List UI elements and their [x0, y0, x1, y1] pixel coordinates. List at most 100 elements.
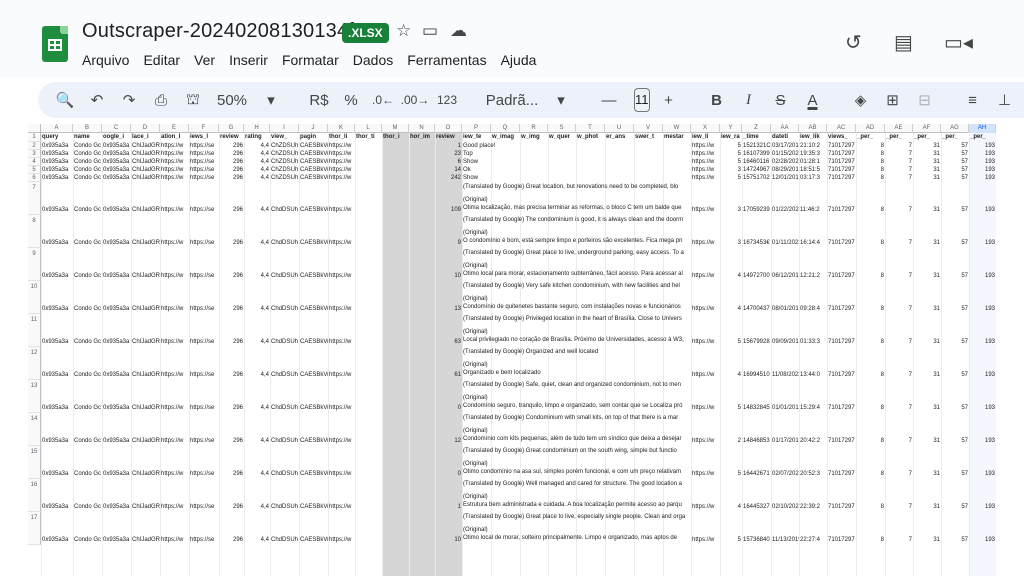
header-cell-l[interactable]: thor_ti — [355, 133, 382, 142]
increase-decimal-button[interactable]: .00→ — [401, 87, 430, 113]
star-icon[interactable]: ☆ — [396, 21, 411, 41]
cell-ah[interactable]: 193 — [969, 536, 996, 545]
cell-k[interactable]: https://w — [328, 206, 355, 215]
cell-c[interactable]: 0x935a3a — [102, 239, 131, 248]
cell-ac[interactable]: 71017297 — [827, 142, 856, 150]
cell-ag[interactable]: 57 — [941, 158, 969, 166]
cell-e[interactable]: https://w — [160, 404, 189, 413]
cell-h[interactable]: 4,4 — [244, 142, 270, 150]
cell-aa[interactable]: 02/10/2022 — [771, 503, 799, 512]
cell-ah[interactable]: 193 — [969, 272, 996, 281]
row-header[interactable]: 16 — [28, 479, 41, 512]
cell-z[interactable]: 1521321C — [742, 142, 771, 150]
cell-b[interactable]: Condo Gc — [73, 174, 102, 182]
cell-b[interactable]: Condo Gc — [73, 404, 102, 413]
cell-aa[interactable]: 01/11/2023 — [771, 239, 799, 248]
header-cell-w[interactable]: mestar — [663, 133, 691, 142]
cell-f[interactable]: https://se — [189, 536, 219, 545]
cloud-status-icon[interactable]: ☁ — [450, 21, 467, 41]
cell-ac[interactable]: 71017297 — [827, 305, 856, 314]
cell-b[interactable]: Condo Gc — [73, 437, 102, 446]
cell-ac[interactable]: 71017297 — [827, 404, 856, 413]
cell-y[interactable]: 4 — [720, 503, 742, 512]
cell-a[interactable]: 0x935a3a — [41, 536, 73, 545]
cell-b[interactable]: Condo Gc — [73, 158, 102, 166]
cell-ae[interactable]: 7 — [885, 536, 913, 545]
review-text-line[interactable]: (Translated by Google) Well managed and … — [462, 480, 690, 488]
cell-f[interactable]: https://se — [189, 158, 219, 166]
cell-ad[interactable]: 8 — [856, 536, 885, 545]
review-text-line[interactable]: Local privilegiado no coração de Brasíli… — [462, 336, 690, 344]
cell-j[interactable]: CAESBkVr — [299, 371, 328, 380]
row-header[interactable]: 10 — [28, 281, 41, 314]
header-cell-ab[interactable]: iew_lik — [799, 133, 827, 142]
cell-g[interactable]: 296 — [219, 437, 244, 446]
cell-af[interactable]: 31 — [913, 158, 941, 166]
cell-j[interactable]: CAESBkVr — [299, 470, 328, 479]
cell-i[interactable]: ChZDSUh — [270, 158, 299, 166]
cell-z[interactable]: 14724967 — [742, 166, 771, 174]
cell-e[interactable]: https://w — [160, 371, 189, 380]
cell-c[interactable]: 0x935a3a — [102, 305, 131, 314]
cell-x[interactable]: https://w — [691, 404, 720, 413]
cell-af[interactable]: 31 — [913, 536, 941, 545]
cell-z[interactable]: 14972700 — [742, 272, 771, 281]
column-header-r[interactable]: R — [520, 124, 548, 133]
cell-x[interactable]: https://w — [691, 158, 720, 166]
decrease-font-size-button[interactable]: — — [596, 87, 622, 113]
row-header[interactable]: 6 — [28, 174, 41, 182]
cell-ae[interactable]: 7 — [885, 174, 913, 182]
cell-ag[interactable]: 57 — [941, 338, 969, 347]
review-text-line[interactable]: (Translated by Google) Great condominium… — [462, 447, 690, 455]
header-cell-s[interactable]: w_quer — [548, 133, 576, 142]
cell-c[interactable]: 0x935a3a — [102, 437, 131, 446]
review-text-line[interactable]: (Translated by Google) Very safe kitchen… — [462, 282, 690, 290]
header-cell-ad[interactable]: _per_ — [856, 133, 885, 142]
cell-k[interactable]: https://w — [328, 503, 355, 512]
row-header[interactable]: 2 — [28, 142, 41, 150]
cell-ac[interactable]: 71017297 — [827, 206, 856, 215]
cell-j[interactable]: CAESBkVr — [299, 239, 328, 248]
font-family-select[interactable]: Padrã... — [482, 87, 542, 113]
column-header-ad[interactable]: AD — [856, 124, 885, 133]
cell-y[interactable]: 2 — [720, 437, 742, 446]
cell-o[interactable]: 10 — [435, 536, 462, 545]
column-header-d[interactable]: D — [131, 124, 160, 133]
cell-i[interactable]: ChdDSUh — [270, 536, 299, 545]
text-color-button[interactable]: A — [800, 87, 826, 113]
cell-e[interactable]: https://w — [160, 536, 189, 545]
cell-ab[interactable]: 20:52:3 — [799, 470, 827, 479]
cell-b[interactable]: Condo Gc — [73, 371, 102, 380]
move-folder-icon[interactable]: ▭ — [422, 21, 438, 41]
cell-p[interactable]: Top — [462, 150, 662, 158]
review-text-line[interactable]: (Original) — [462, 526, 690, 534]
cell-g[interactable]: 296 — [219, 404, 244, 413]
cell-j[interactable]: CAESBkVr — [299, 338, 328, 347]
cell-d[interactable]: ChIJadGR — [131, 239, 160, 248]
review-text-line[interactable]: (Translated by Google) The condominium i… — [462, 216, 690, 224]
cell-k[interactable]: https://w — [328, 166, 355, 174]
column-header-ag[interactable]: AG — [941, 124, 969, 133]
cell-ah[interactable]: 193 — [969, 158, 996, 166]
cell-e[interactable]: https://w — [160, 272, 189, 281]
cell-a[interactable]: 0x935a3a — [41, 470, 73, 479]
cell-ae[interactable]: 7 — [885, 371, 913, 380]
cell-p[interactable]: Good place! — [462, 142, 662, 150]
review-text-line[interactable]: O condomínio é bom, está sempre limpo e … — [462, 237, 690, 245]
column-header-w[interactable]: W — [663, 124, 691, 133]
menu-ferramentas[interactable]: Ferramentas — [407, 52, 486, 68]
review-text-line[interactable]: (Translated by Google) Safe, quiet, clea… — [462, 381, 690, 389]
cell-ac[interactable]: 71017297 — [827, 437, 856, 446]
cell-a[interactable]: 0x935a3a — [41, 338, 73, 347]
column-header-m[interactable]: M — [382, 124, 409, 133]
cell-e[interactable]: https://w — [160, 174, 189, 182]
cell-ad[interactable]: 8 — [856, 404, 885, 413]
cell-f[interactable]: https://se — [189, 437, 219, 446]
cell-k[interactable]: https://w — [328, 272, 355, 281]
cell-k[interactable]: https://w — [328, 305, 355, 314]
cell-d[interactable]: ChIJadGR — [131, 158, 160, 166]
cell-ah[interactable]: 193 — [969, 166, 996, 174]
header-cell-o[interactable]: review — [435, 133, 462, 142]
cell-ae[interactable]: 7 — [885, 166, 913, 174]
cell-ag[interactable]: 57 — [941, 166, 969, 174]
